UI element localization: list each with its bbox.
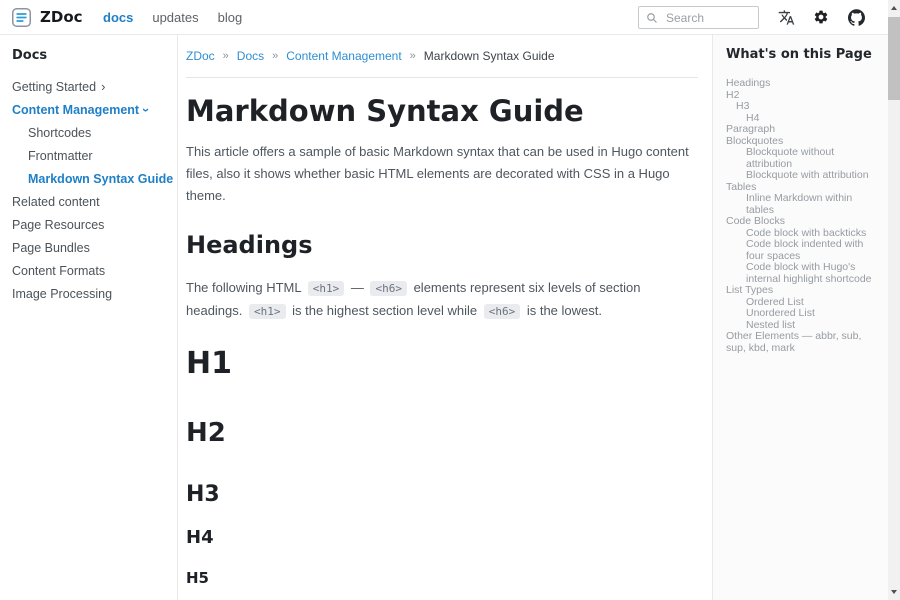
inline-code: <h6> [370, 281, 407, 296]
sidebar-title: Docs [12, 48, 167, 63]
nav-link[interactable]: docs [103, 10, 133, 25]
intro-paragraph: This article offers a sample of basic Ma… [186, 141, 698, 207]
toc-item[interactable]: Other Elements — abbr, sub, sup, kbd, ma… [726, 331, 878, 354]
breadcrumb-item: » [272, 50, 278, 62]
settings-gear-icon[interactable] [812, 8, 830, 26]
breadcrumb-item: » [410, 50, 416, 62]
inline-code: <h6> [484, 304, 521, 319]
zdoc-logo-icon [11, 7, 32, 28]
headings-paragraph: The following HTML <h1> — <h6> elements … [186, 277, 698, 323]
down-triangle-icon [891, 590, 897, 594]
page-scrollbar[interactable] [888, 0, 900, 600]
demo-heading: H1 [186, 347, 698, 382]
demo-heading: H2 [186, 419, 698, 449]
demo-heading: H3 [186, 482, 698, 507]
toc-list: Headings H2 H3 H4 Paragraph Blockquotes … [726, 78, 878, 354]
toc-item[interactable]: Headings [726, 78, 878, 90]
sidebar-item[interactable]: Page Resources [12, 219, 167, 232]
chevron-icon: › [101, 82, 105, 92]
sidebar-item[interactable]: Content Management› [12, 104, 167, 117]
breadcrumb-item: Markdown Syntax Guide [424, 49, 555, 63]
sidebar-item[interactable]: Content Formats [12, 265, 167, 278]
demo-heading: H5 [186, 570, 698, 587]
brand-name: ZDoc [40, 8, 83, 26]
inline-code: <h1> [249, 304, 286, 319]
sidebar-item[interactable]: Getting Started› [12, 81, 167, 94]
breadcrumb-item[interactable]: ZDoc [186, 49, 215, 63]
sidebar-nav-list: Getting Started› Content Management› Sho… [12, 81, 167, 301]
demo-heading: H4 [186, 528, 698, 549]
github-icon[interactable] [847, 8, 865, 26]
section-heading-headings: Headings [186, 231, 698, 260]
breadcrumb-item[interactable]: Content Management [286, 49, 401, 63]
main-content: ZDoc » Docs » Content Management » Markd… [179, 35, 712, 600]
scrollbar-up-arrow[interactable] [888, 1, 900, 15]
toc-title: What's on this Page [726, 47, 878, 62]
docs-sidebar: Docs Getting Started› Content Management… [0, 35, 178, 600]
breadcrumb: ZDoc » Docs » Content Management » Markd… [186, 49, 698, 63]
brand[interactable]: ZDoc [11, 0, 83, 34]
breadcrumb-divider [186, 77, 698, 78]
page-title: Markdown Syntax Guide [186, 94, 698, 129]
scrollbar-thumb[interactable] [888, 17, 900, 100]
top-navbar: ZDoc docs updates blog [0, 0, 888, 35]
scrollbar-down-arrow[interactable] [888, 585, 900, 599]
sidebar-item[interactable]: Related content [12, 196, 167, 209]
nav-link[interactable]: blog [218, 10, 243, 25]
sidebar-item[interactable]: Page Bundles [12, 242, 167, 255]
breadcrumb-item: » [223, 50, 229, 62]
toc-item[interactable]: Code block with Hugo's internal highligh… [726, 262, 878, 285]
demo-headings: H1 H2 H3 H4 H5 H6 [186, 347, 698, 600]
sidebar-item[interactable]: Shortcodes [12, 127, 167, 140]
main-nav: docs updates blog [103, 0, 242, 34]
toc-item[interactable]: Inline Markdown within tables [726, 193, 878, 216]
inline-code: <h1> [308, 281, 345, 296]
breadcrumb-item[interactable]: Docs [237, 49, 264, 63]
sidebar-item[interactable]: Frontmatter [12, 150, 167, 163]
search-box [638, 6, 759, 29]
chevron-icon: › [141, 108, 151, 112]
sidebar-item[interactable]: Markdown Syntax Guide [12, 173, 167, 186]
toc-item[interactable]: Blockquote without attribution [726, 147, 878, 170]
toc-item[interactable]: Code block indented with four spaces [726, 239, 878, 262]
up-triangle-icon [891, 6, 897, 10]
toc-panel: What's on this Page Headings H2 H3 H4 Pa… [712, 35, 888, 600]
sidebar-item[interactable]: Image Processing [12, 288, 167, 301]
translate-icon[interactable] [777, 8, 795, 26]
nav-link[interactable]: updates [152, 10, 198, 25]
search-input[interactable] [664, 8, 754, 27]
